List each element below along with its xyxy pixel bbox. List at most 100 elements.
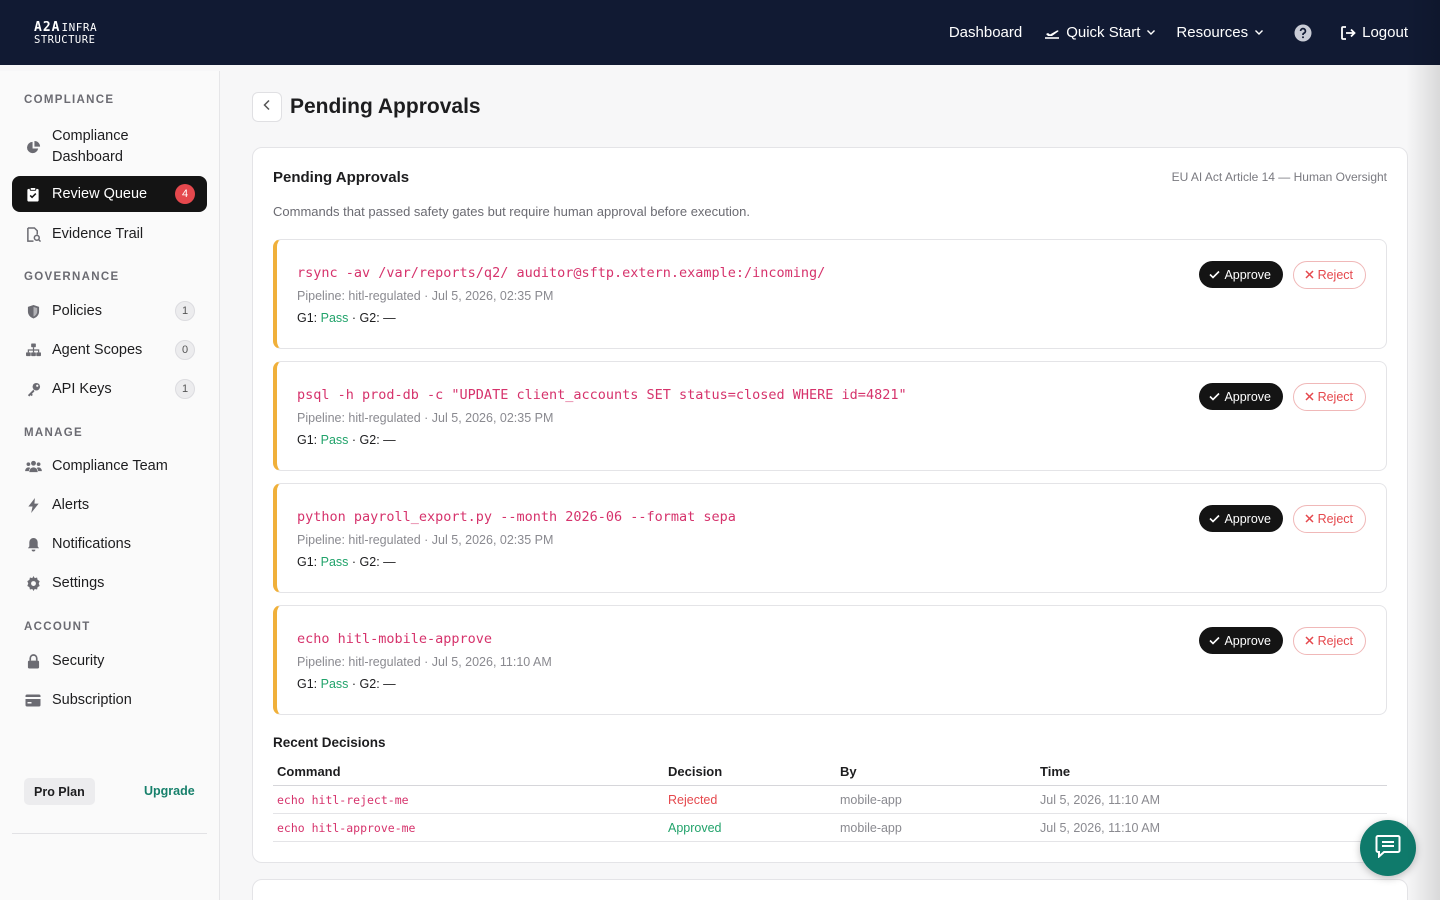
reject-button[interactable]: Reject	[1292, 627, 1366, 655]
key-icon	[24, 380, 42, 398]
reject-button[interactable]: Reject	[1292, 261, 1366, 289]
check-icon	[1209, 634, 1221, 648]
approve-button[interactable]: Approve	[1199, 627, 1283, 654]
decision-by: mobile-app	[836, 785, 1036, 814]
brand-line2: STRUCTURE	[34, 34, 96, 46]
sidebar-item-compliance-dashboard[interactable]: Compliance Dashboard	[12, 126, 207, 168]
sidebar-item-settings[interactable]: Settings	[12, 565, 207, 601]
approve-button[interactable]: Approve	[1199, 505, 1283, 532]
logout-label: Logout	[1362, 24, 1408, 41]
sidebar-item-policies[interactable]: Policies 1	[12, 293, 207, 329]
approval-gates: G1: Pass · G2: —	[297, 555, 396, 569]
gate1-label: G1:	[297, 311, 318, 325]
approval-gates: G1: Pass · G2: —	[297, 433, 396, 447]
nav-dashboard-link[interactable]: Dashboard	[949, 24, 1022, 41]
regulation-tag: EU AI Act Article 14 — Human Oversight	[1171, 170, 1387, 184]
nav-quick-start-menu[interactable]: Quick Start	[1044, 24, 1156, 41]
decision-status: Approved	[664, 813, 836, 842]
sidebar-item-label: API Keys	[52, 381, 112, 397]
column-header-decision: Decision	[664, 755, 836, 786]
section-title-governance: GOVERNANCE	[24, 271, 120, 283]
close-icon	[1305, 634, 1314, 648]
api-keys-count-badge: 1	[175, 379, 195, 399]
sidebar-item-alerts[interactable]: Alerts	[12, 487, 207, 523]
decision-time: Jul 5, 2026, 11:10 AM	[1036, 813, 1387, 842]
sitemap-icon	[24, 341, 42, 359]
decision-status: Rejected	[664, 785, 836, 814]
bolt-icon	[24, 496, 42, 514]
approval-meta: Pipeline: hitl-regulated · Jul 5, 2026, …	[297, 411, 554, 425]
recent-decisions-table: Command Decision By Time echo hitl-rejec…	[273, 755, 1387, 842]
approval-command: psql -h prod-db -c "UPDATE client_accoun…	[297, 387, 907, 403]
table-row: echo hitl-approve-me Approved mobile-app…	[273, 813, 1387, 842]
section-title-compliance: COMPLIANCE	[24, 94, 115, 106]
chevron-left-icon	[263, 98, 271, 116]
approve-button[interactable]: Approve	[1199, 383, 1283, 410]
approval-gates: G1: Pass · G2: —	[297, 677, 396, 691]
column-header-by: By	[836, 755, 1036, 786]
sidebar-item-label: Review Queue	[52, 186, 148, 202]
table-header-row: Command Decision By Time	[273, 755, 1387, 786]
check-icon	[1209, 512, 1221, 526]
gate1-status: Pass	[320, 433, 349, 447]
gate1-status: Pass	[320, 311, 349, 325]
gear-icon	[24, 574, 42, 592]
back-button[interactable]	[252, 92, 282, 122]
secondary-card	[252, 879, 1408, 900]
recent-decisions-title: Recent Decisions	[273, 735, 386, 750]
sidebar-item-api-keys[interactable]: API Keys 1	[12, 371, 207, 407]
help-button[interactable]	[1294, 24, 1312, 42]
approve-button[interactable]: Approve	[1199, 261, 1283, 288]
sidebar-item-label: Alerts	[52, 497, 90, 513]
chat-button[interactable]	[1360, 820, 1416, 876]
top-navbar: A2A INFRA STRUCTURE Dashboard Quick Start…	[0, 0, 1440, 65]
approve-label: Approve	[1224, 389, 1271, 404]
brand-logo[interactable]: A2A INFRA STRUCTURE	[34, 21, 97, 46]
approve-label: Approve	[1224, 267, 1271, 282]
page-title: Pending Approvals	[290, 95, 481, 118]
plan-badge: Pro Plan	[24, 778, 95, 805]
logout-link[interactable]: Logout	[1340, 24, 1408, 41]
decision-command: echo hitl-approve-me	[273, 813, 664, 842]
gate2-status: · G2: —	[351, 433, 396, 447]
card-description: Commands that passed safety gates but re…	[273, 204, 750, 219]
brand-line1: A2A	[34, 20, 61, 35]
reject-button[interactable]: Reject	[1292, 505, 1366, 533]
close-icon	[1305, 268, 1314, 282]
approval-command: echo hitl-mobile-approve	[297, 631, 493, 647]
clipboard-check-icon	[24, 185, 42, 203]
card-title: Pending Approvals	[273, 169, 410, 186]
sidebar: COMPLIANCE Compliance Dashboard Review Qu…	[0, 71, 220, 900]
sidebar-item-label: Subscription	[52, 692, 132, 708]
sidebar-item-security[interactable]: Security	[12, 643, 207, 679]
credit-card-icon	[24, 691, 42, 709]
approval-item: psql -h prod-db -c "UPDATE client_accoun…	[273, 361, 1387, 471]
sidebar-item-agent-scopes[interactable]: Agent Scopes 0	[12, 332, 207, 368]
users-icon	[24, 457, 42, 475]
approval-command: rsync -av /var/reports/q2/ auditor@sftp.…	[297, 265, 826, 281]
review-queue-count-badge: 4	[175, 184, 195, 204]
gate2-status: · G2: —	[351, 555, 396, 569]
section-title-account: ACCOUNT	[24, 621, 91, 633]
gate1-label: G1:	[297, 555, 318, 569]
decision-by: mobile-app	[836, 813, 1036, 842]
approve-label: Approve	[1224, 511, 1271, 526]
close-icon	[1305, 390, 1314, 404]
reject-label: Reject	[1317, 634, 1353, 648]
sidebar-item-subscription[interactable]: Subscription	[12, 682, 207, 718]
check-icon	[1209, 268, 1221, 282]
reject-button[interactable]: Reject	[1292, 383, 1366, 411]
column-header-time: Time	[1036, 755, 1387, 786]
reject-label: Reject	[1317, 390, 1353, 404]
sidebar-item-notifications[interactable]: Notifications	[12, 526, 207, 562]
sidebar-item-label: Settings	[52, 575, 105, 591]
nav-resources-menu[interactable]: Resources	[1176, 24, 1264, 41]
sidebar-item-review-queue[interactable]: Review Queue 4	[12, 176, 207, 212]
sidebar-item-evidence-trail[interactable]: Evidence Trail	[12, 216, 207, 252]
file-search-icon	[24, 225, 42, 243]
sidebar-item-label: Policies	[52, 303, 102, 319]
section-title-manage: MANAGE	[24, 427, 83, 439]
upgrade-link[interactable]: Upgrade	[144, 784, 195, 798]
gate2-status: · G2: —	[351, 311, 396, 325]
sidebar-item-compliance-team[interactable]: Compliance Team	[12, 448, 207, 484]
